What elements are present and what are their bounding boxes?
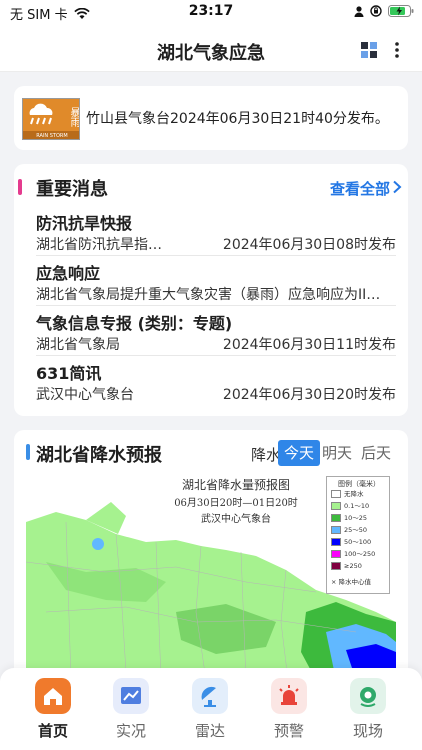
news-item-source: 湖北省气象局 [36,337,120,353]
news-item-date: 2024年06月30日11时发布 [222,337,396,353]
legend-center-label: × 降水中心值 [331,578,372,586]
news-item-title: 应急响应 [36,264,101,283]
status-icons [354,5,414,17]
home-icon [35,678,71,714]
rain-forecast-map[interactable]: 湖北省降水量预报图 06月30日20时—01日20时 武汉中心气象台 图例（毫米… [26,472,396,680]
news-item-title: 防汛抗旱快报 [36,214,133,233]
rain-section-title: 湖北省降水预报 [36,445,162,466]
view-all-link[interactable]: 查看全部 [330,178,390,199]
legend-swatch [331,550,341,558]
tab-radar[interactable]: 雷达 [180,678,240,744]
rotation-lock-icon [370,5,382,17]
tab-label: 现场 [352,722,383,740]
legend-label: ≥250 [344,562,362,570]
legend-label: 10～25 [344,514,368,522]
news-item-title: 631简讯 [36,364,102,383]
news-item-source: 武汉中心气象台 [36,387,134,403]
location-icon [350,678,386,714]
mini-program-grid-icon[interactable] [361,42,377,58]
legend-row: × 降水中心值 [331,577,389,587]
legend-swatch [331,490,341,498]
legend-row: 100～250 [331,549,389,559]
tab-label: 首页 [37,722,68,740]
news-item-source: 湖北省防汛抗旱指… [36,237,162,253]
map-legend: 图例（毫米） 无降水 0.1～10 10～25 25～50 50～100 100… [326,476,390,594]
legend-row: 无降水 [331,489,389,499]
news-item[interactable]: 气象信息专报 (类别：专题) 湖北省气象局 2024年06月30日11时发布 [36,306,396,356]
legend-swatch [331,562,341,570]
rain-forecast-card: 湖北省降水预报 降水: 今天 明天 后天 湖北省降水量预报图 06月30日20时… [14,430,408,680]
legend-row: 50～100 [331,537,389,547]
tab-onsite[interactable]: 现场 [338,678,398,744]
map-org: 武汉中心气象台 [201,514,271,525]
legend-row: ≥250 [331,561,389,571]
legend-swatch [331,526,341,534]
nav-bar: 湖北气象应急 [0,26,422,72]
legend-swatch [331,502,341,510]
map-subtitle: 06月30日20时—01日20时 [174,498,298,509]
radar-icon [192,678,228,714]
news-item[interactable]: 防汛抗旱快报 湖北省防汛抗旱指… 2024年06月30日08时发布 [36,206,396,256]
app-title: 湖北气象应急 [157,43,265,64]
person-icon [354,5,364,17]
legend-row: 10～25 [331,513,389,523]
warning-icon-text: 暴雨 [59,99,79,131]
news-item-source: 湖北省气象局提升重大气象灾害（暴雨）应急响应为II… [36,287,381,303]
tab-label: 实况 [115,722,146,740]
tab-tomorrow[interactable]: 明天 [316,440,358,466]
news-item[interactable]: 631简讯 武汉中心气象台 2024年06月30日20时发布 [36,356,396,406]
tab-label: 雷达 [194,722,225,740]
tab-day-after-tomorrow[interactable]: 后天 [355,440,397,466]
important-news-card: 重要消息 查看全部 防汛抗旱快报 湖北省防汛抗旱指… 2024年06月30日08… [14,164,408,416]
warning-notice-card[interactable]: 暴雨 RAIN STORM 竹山县气象台2024年06月30日21时40分发布。 [14,86,408,150]
tab-today[interactable]: 今天 [278,440,321,466]
legend-row: 25～50 [331,525,389,535]
more-options-icon[interactable] [391,40,403,60]
legend-label: 25～50 [344,526,368,534]
map-title: 湖北省降水量预报图 [181,478,290,492]
legend-swatch [331,514,341,522]
trend-chart-icon [113,678,149,714]
legend-label: 50～100 [344,538,372,546]
news-item-date: 2024年06月30日20时发布 [222,387,396,403]
legend-label: 无降水 [344,490,364,498]
news-item[interactable]: 应急响应 湖北省气象局提升重大气象灾害（暴雨）应急响应为II… [36,256,396,306]
tab-home[interactable]: 首页 [23,678,83,744]
status-bar: 无 SIM 卡 23:17 [0,0,422,26]
rain-cloud-icon [23,99,59,131]
legend-title: 图例（毫米） [338,480,380,488]
news-item-title: 气象信息专报 (类别：专题) [36,314,233,333]
section-marker [18,179,22,195]
section-marker [26,444,30,460]
alarm-icon [271,678,307,714]
tab-observation[interactable]: 实况 [101,678,161,744]
legend-swatch [331,538,341,546]
news-item-date: 2024年06月30日08时发布 [222,237,396,253]
battery-charging-icon [388,5,414,17]
tab-label: 预警 [273,722,304,740]
legend-label: 0.1～10 [344,502,370,510]
rainstorm-warning-icon: 暴雨 RAIN STORM [22,98,80,140]
news-section-title: 重要消息 [36,179,108,200]
bottom-tab-bar: 首页 实况 雷达 预警 现场 [0,668,422,750]
chevron-right-icon[interactable] [392,180,402,194]
warning-icon-banner: RAIN STORM [23,131,79,139]
legend-row: 0.1～10 [331,501,389,511]
tab-warning[interactable]: 预警 [259,678,319,744]
warning-notice-text: 竹山县气象台2024年06月30日21时40分发布。 [86,111,389,127]
legend-label: 100～250 [344,550,376,558]
